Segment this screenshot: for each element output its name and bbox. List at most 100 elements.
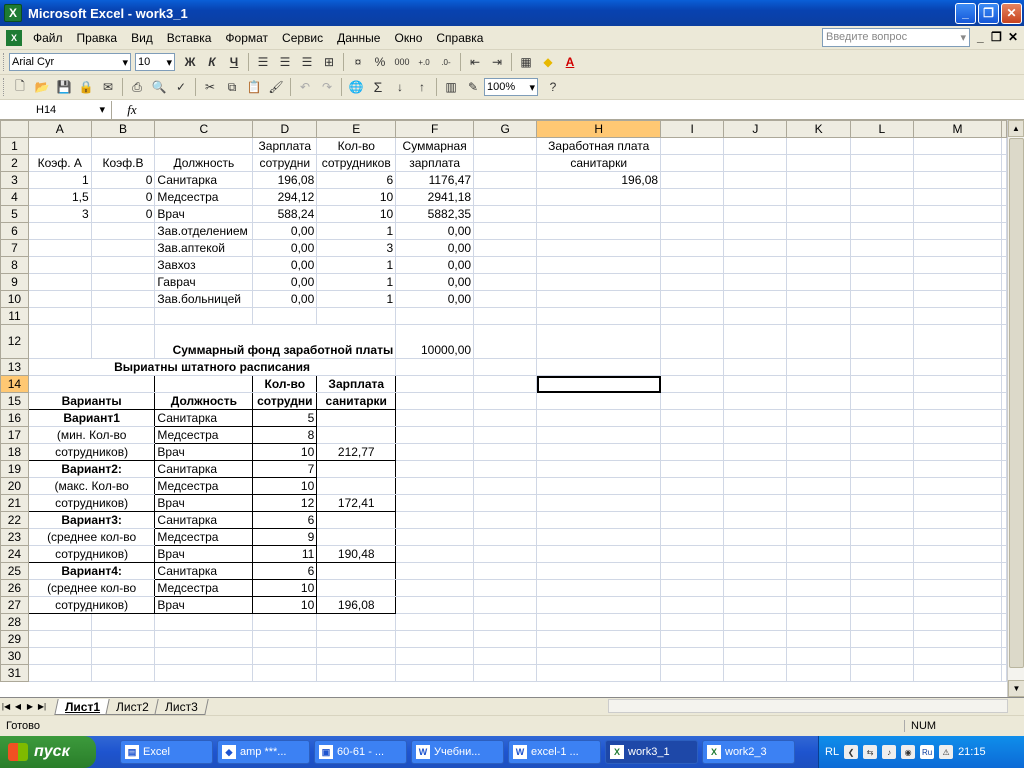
permission-icon[interactable]: 🔒: [75, 77, 97, 97]
cell-n6[interactable]: [1001, 222, 1007, 240]
cell-l11[interactable]: [849, 307, 914, 325]
cell-l17[interactable]: [849, 426, 914, 444]
cell-j18[interactable]: [723, 443, 788, 461]
cell-m14[interactable]: [912, 375, 1003, 393]
cell-l14[interactable]: [849, 375, 914, 393]
start-button[interactable]: пуск: [0, 736, 96, 768]
cell-n12[interactable]: [1001, 324, 1007, 359]
increase-indent-icon[interactable]: ⇥: [486, 52, 508, 72]
task-word-uchebnik[interactable]: W Учебни...: [411, 740, 504, 764]
cell-n8[interactable]: [1001, 256, 1007, 274]
row-header-3[interactable]: 3: [0, 171, 29, 189]
cell-a20[interactable]: (макс. Кол-во: [27, 477, 156, 495]
cell-e10[interactable]: 1: [316, 290, 397, 308]
cell-h25[interactable]: [536, 562, 662, 580]
cell-a5[interactable]: 3: [27, 205, 92, 223]
row-header-26[interactable]: 26: [0, 579, 29, 597]
cell-k17[interactable]: [786, 426, 851, 444]
row-header-16[interactable]: 16: [0, 409, 29, 427]
cell-a3[interactable]: 1: [27, 171, 92, 189]
cell-f31[interactable]: [395, 664, 475, 682]
task-word-excel-1[interactable]: Wexcel-1 ...: [508, 740, 601, 764]
cell-l8[interactable]: [849, 256, 914, 274]
cell-h9[interactable]: [536, 273, 662, 291]
column-header-g[interactable]: G: [473, 120, 538, 138]
cell-c30[interactable]: [154, 647, 254, 665]
cell-l19[interactable]: [849, 460, 914, 478]
cell-i23[interactable]: [660, 528, 725, 546]
cell-k25[interactable]: [786, 562, 851, 580]
cell-b4[interactable]: 0: [90, 188, 156, 206]
cell-j11[interactable]: [723, 307, 788, 325]
cell-n31[interactable]: [1001, 664, 1007, 682]
sort-descending-icon[interactable]: ↑: [411, 77, 433, 97]
column-header-f[interactable]: F: [395, 120, 475, 138]
cell-n11[interactable]: [1001, 307, 1007, 325]
row-header-1[interactable]: 1: [0, 137, 29, 155]
cell-l4[interactable]: [849, 188, 914, 206]
cell-g14[interactable]: [473, 375, 538, 393]
cell-j25[interactable]: [723, 562, 788, 580]
hyperlink-icon[interactable]: 🌐: [345, 77, 367, 97]
cell-f12[interactable]: 10000,00: [395, 324, 475, 359]
cell-i12[interactable]: [660, 324, 725, 359]
cell-d2[interactable]: сотрудни: [252, 154, 318, 172]
cell-i14[interactable]: [660, 375, 725, 393]
cell-j24[interactable]: [723, 545, 788, 563]
cell-j4[interactable]: [723, 188, 788, 206]
cell-m10[interactable]: [912, 290, 1003, 308]
save-icon[interactable]: 💾: [53, 77, 75, 97]
cell-j29[interactable]: [723, 630, 788, 648]
cell-l1[interactable]: [849, 137, 914, 155]
cell-f25[interactable]: [395, 562, 475, 580]
cell-m29[interactable]: [912, 630, 1003, 648]
cell-g26[interactable]: [473, 579, 538, 597]
cell-d17[interactable]: 8: [252, 426, 318, 444]
cell-m30[interactable]: [912, 647, 1003, 665]
cell-i17[interactable]: [660, 426, 725, 444]
cell-f11[interactable]: [395, 307, 475, 325]
cell-g9[interactable]: [473, 273, 538, 291]
cell-n5[interactable]: [1001, 205, 1007, 223]
cell-k8[interactable]: [786, 256, 851, 274]
cell-j22[interactable]: [723, 511, 788, 529]
cell-a7[interactable]: [27, 239, 92, 257]
task-excel-folder[interactable]: ▤ Excel: [120, 740, 213, 764]
cell-i31[interactable]: [660, 664, 725, 682]
cell-a29[interactable]: [27, 630, 92, 648]
cell-c22[interactable]: Санитарка: [154, 511, 254, 529]
column-header-k[interactable]: K: [786, 120, 851, 138]
cell-f13[interactable]: [395, 358, 475, 376]
cell-a24[interactable]: сотрудников): [27, 545, 156, 563]
cell-n4[interactable]: [1001, 188, 1007, 206]
cell-d14[interactable]: Кол-во: [252, 375, 318, 393]
cell-j23[interactable]: [723, 528, 788, 546]
cell-n2[interactable]: [1001, 154, 1007, 172]
cell-g29[interactable]: [473, 630, 538, 648]
cell-g6[interactable]: [473, 222, 538, 240]
cell-b31[interactable]: [90, 664, 156, 682]
column-header-b[interactable]: B: [90, 120, 156, 138]
cell-k30[interactable]: [786, 647, 851, 665]
row-header-11[interactable]: 11: [0, 307, 29, 325]
cell-l9[interactable]: [849, 273, 914, 291]
cell-g3[interactable]: [473, 171, 538, 189]
cell-c4[interactable]: Медсестра: [154, 188, 254, 206]
cell-g4[interactable]: [473, 188, 538, 206]
cell-n9[interactable]: [1001, 273, 1007, 291]
row-header-6[interactable]: 6: [0, 222, 29, 240]
active-cell-h14[interactable]: [536, 375, 662, 393]
cell-j1[interactable]: [723, 137, 788, 155]
cell-j15[interactable]: [723, 392, 788, 410]
cell-g24[interactable]: [473, 545, 538, 563]
column-header-a[interactable]: A: [27, 120, 92, 138]
cell-g5[interactable]: [473, 205, 538, 223]
cell-k21[interactable]: [786, 494, 851, 512]
cell-m21[interactable]: [912, 494, 1003, 512]
chevron-down-icon[interactable]: ▾: [122, 56, 128, 69]
task-work2-3[interactable]: Xwork2_3: [702, 740, 795, 764]
cell-h5[interactable]: [536, 205, 662, 223]
menu-help[interactable]: Справка: [429, 31, 490, 45]
email-icon[interactable]: ✉: [97, 77, 119, 97]
cell-h12[interactable]: [536, 324, 662, 359]
